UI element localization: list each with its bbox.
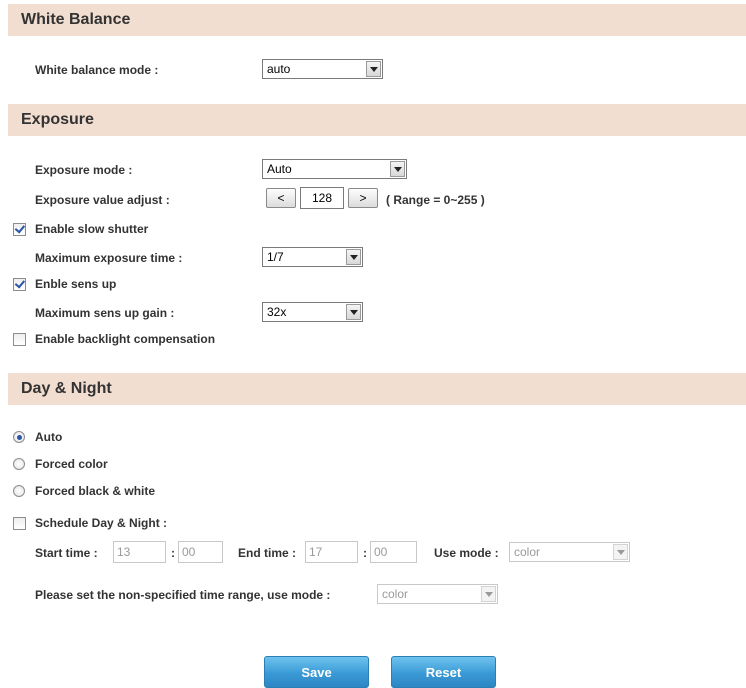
exposure-range-text: ( Range = 0~255 ): [386, 193, 485, 207]
use-mode-label: Use mode :: [434, 546, 499, 560]
exposure-increment-button[interactable]: >: [348, 188, 378, 208]
sens-up-checkbox[interactable]: [13, 278, 26, 291]
chevron-down-icon: [390, 161, 405, 177]
sens-up-label: Enble sens up: [35, 277, 117, 291]
schedule-day-night-checkbox[interactable]: [13, 517, 26, 530]
max-sens-up-gain-select[interactable]: 32x: [262, 302, 363, 322]
schedule-day-night-label: Schedule Day & Night :: [35, 516, 168, 530]
chevron-down-icon: [481, 586, 496, 602]
max-exposure-time-select[interactable]: 1/7: [262, 247, 363, 267]
non-specified-range-label: Please set the non-specified time range,…: [35, 588, 331, 602]
save-button[interactable]: Save: [264, 656, 369, 688]
white-balance-title: White Balance: [21, 11, 131, 28]
backlight-compensation-checkbox[interactable]: [13, 333, 26, 346]
max-exposure-time-label: Maximum exposure time :: [35, 251, 183, 265]
day-night-header: Day & Night: [8, 373, 746, 405]
chevron-down-icon: [366, 61, 381, 77]
non-specified-use-mode-value: color: [382, 587, 409, 601]
white-balance-mode-select[interactable]: auto: [262, 59, 383, 79]
non-specified-use-mode-select[interactable]: color: [377, 584, 498, 604]
forced-color-label: Forced color: [35, 457, 108, 471]
max-sens-up-gain-label: Maximum sens up gain :: [35, 306, 175, 320]
white-balance-mode-value: auto: [267, 62, 291, 76]
start-time-colon: :: [171, 546, 175, 560]
exposure-header: Exposure: [8, 104, 746, 136]
white-balance-header: White Balance: [8, 4, 746, 36]
exposure-mode-label: Exposure mode :: [35, 163, 133, 177]
chevron-down-icon: [613, 544, 628, 560]
exposure-value-field[interactable]: 128: [300, 187, 344, 209]
exposure-value-adjust-label: Exposure value adjust :: [35, 193, 170, 207]
forced-color-radio[interactable]: [13, 458, 25, 470]
chevron-down-icon: [346, 304, 361, 320]
end-time-colon: :: [363, 546, 367, 560]
reset-button[interactable]: Reset: [391, 656, 496, 688]
start-hour-field[interactable]: 13: [113, 541, 166, 563]
start-time-label: Start time :: [35, 546, 98, 560]
end-minute-field[interactable]: 00: [370, 541, 417, 563]
use-mode-select[interactable]: color: [509, 542, 630, 562]
use-mode-value: color: [514, 545, 541, 559]
max-sens-up-gain-value: 32x: [267, 305, 287, 319]
exposure-decrement-button[interactable]: <: [266, 188, 296, 208]
backlight-compensation-label: Enable backlight compensation: [35, 332, 216, 346]
forced-black-white-radio[interactable]: [13, 485, 25, 497]
exposure-mode-select[interactable]: Auto: [262, 159, 407, 179]
day-night-auto-radio[interactable]: [13, 431, 25, 443]
end-hour-field[interactable]: 17: [305, 541, 358, 563]
day-night-title: Day & Night: [21, 380, 112, 397]
day-night-auto-label: Auto: [35, 430, 63, 444]
forced-black-white-label: Forced black & white: [35, 484, 156, 498]
white-balance-mode-label: White balance mode :: [35, 63, 159, 77]
max-exposure-time-value: 1/7: [267, 250, 284, 264]
start-minute-field[interactable]: 00: [178, 541, 223, 563]
chevron-down-icon: [346, 249, 361, 265]
exposure-title: Exposure: [21, 111, 94, 128]
exposure-mode-value: Auto: [267, 162, 292, 176]
slow-shutter-label: Enable slow shutter: [35, 222, 149, 236]
slow-shutter-checkbox[interactable]: [13, 223, 26, 236]
end-time-label: End time :: [238, 546, 297, 560]
